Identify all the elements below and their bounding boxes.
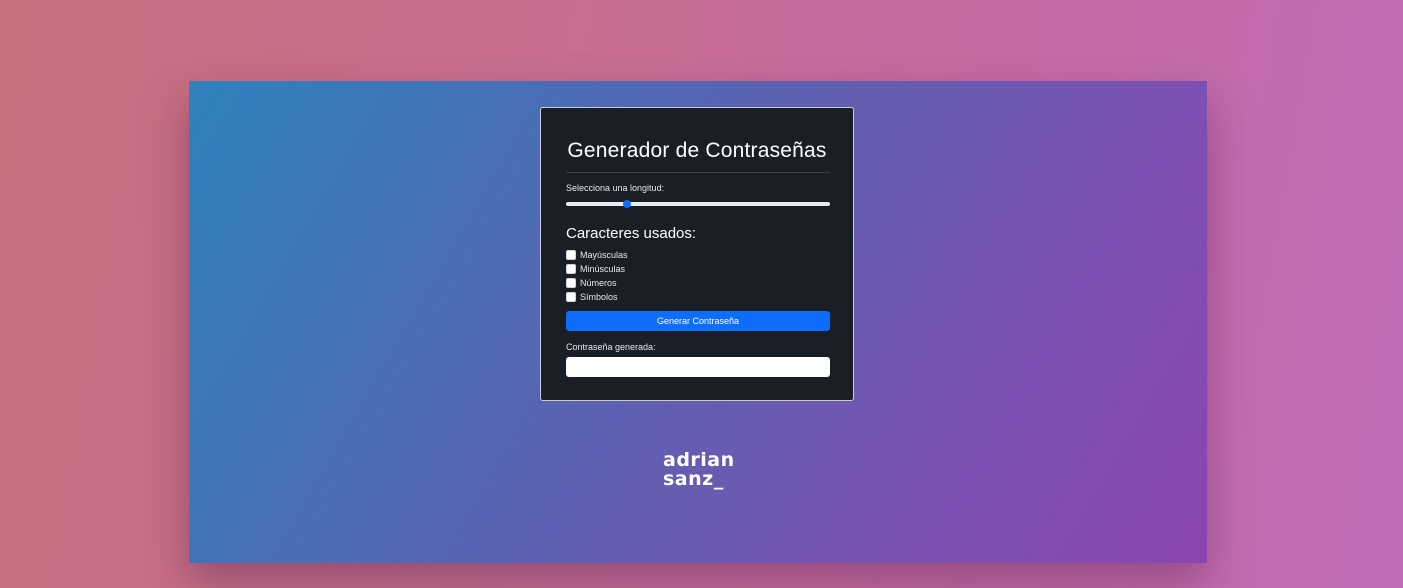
title-divider [566, 172, 830, 173]
option-lowercase[interactable]: Minúsculas [566, 263, 625, 275]
brand-logo: adrian sanz_ [663, 451, 735, 489]
length-label: Selecciona una longitud: [566, 183, 665, 193]
lowercase-checkbox[interactable] [566, 264, 576, 274]
password-generator-card: Generador de Contraseñas Selecciona una … [540, 107, 854, 401]
brand-logo-line2: sanz_ [663, 468, 724, 490]
characters-section-title: Caracteres usados: [566, 225, 697, 242]
generate-password-button[interactable]: Generar Contraseña [566, 311, 830, 331]
option-symbols[interactable]: Símbolos [566, 291, 618, 303]
option-numbers[interactable]: Números [566, 277, 617, 289]
page-title: Generador de Contraseñas [567, 139, 827, 162]
symbols-label: Símbolos [580, 292, 618, 302]
app-window: Generador de Contraseñas Selecciona una … [189, 81, 1207, 563]
generated-password-field[interactable] [566, 357, 830, 377]
length-slider[interactable] [566, 200, 830, 208]
symbols-checkbox[interactable] [566, 292, 576, 302]
length-slider-thumb[interactable] [622, 200, 631, 208]
numbers-checkbox[interactable] [566, 278, 576, 288]
output-label: Contraseña generada: [566, 342, 656, 352]
numbers-label: Números [580, 278, 617, 288]
option-uppercase[interactable]: Mayúsculas [566, 249, 628, 261]
uppercase-label: Mayúsculas [580, 250, 628, 260]
lowercase-label: Minúsculas [580, 264, 626, 274]
uppercase-checkbox[interactable] [566, 250, 576, 260]
